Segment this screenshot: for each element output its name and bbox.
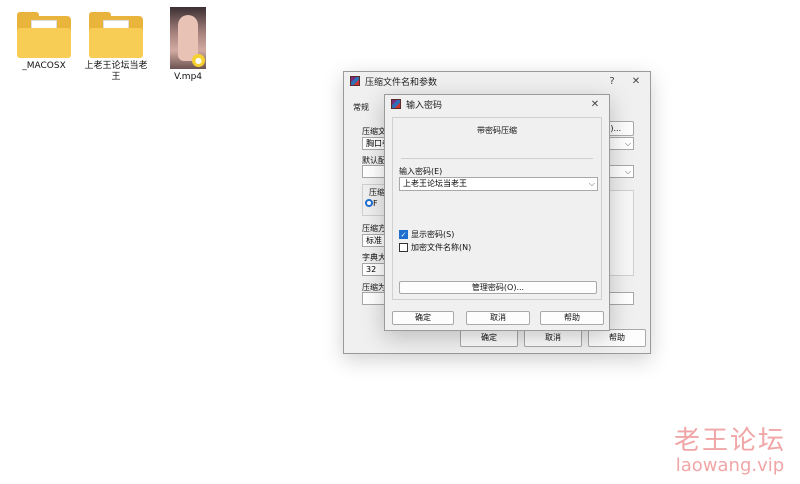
cancel-button[interactable]: 取消 bbox=[524, 329, 582, 347]
encrypt-names-label[interactable]: 加密文件名称(N) bbox=[411, 242, 471, 253]
file-label: V.mp4 bbox=[173, 72, 203, 82]
winrar-icon bbox=[391, 99, 401, 109]
help-button[interactable]: 帮助 bbox=[588, 329, 646, 347]
winrar-icon bbox=[350, 76, 360, 86]
compress-title: 压缩文件名和参数 bbox=[365, 77, 438, 88]
show-password-checkbox[interactable]: ✓ bbox=[399, 230, 408, 239]
close-icon[interactable]: ✕ bbox=[628, 76, 644, 87]
desktop: _MACOSX 上老王论坛当老王 ● V.mp4 压缩文件名和参数 ? ✕ 常规… bbox=[0, 0, 800, 484]
chevron-down-icon[interactable]: ⌵ bbox=[589, 178, 595, 189]
format-radio-label[interactable]: F bbox=[373, 199, 378, 208]
password-heading: 带密码压缩 bbox=[477, 126, 517, 135]
method-label: 压缩方 bbox=[362, 224, 386, 233]
password-titlebar: 输入密码 ✕ bbox=[385, 95, 609, 113]
encrypt-names-checkbox[interactable] bbox=[399, 243, 408, 252]
close-icon[interactable]: ✕ bbox=[587, 99, 603, 110]
password-input-label: 输入密码(E) bbox=[399, 167, 443, 176]
archive-name-label: 压缩文 bbox=[362, 127, 386, 136]
play-badge-icon: ● bbox=[192, 54, 205, 67]
watermark: 老王论坛 laowang.vip bbox=[674, 426, 786, 476]
manage-passwords-button[interactable]: 管理密码(O)... bbox=[399, 281, 597, 294]
folder-laowang[interactable]: 上老王论坛当老王 bbox=[84, 12, 148, 83]
help-icon[interactable]: ? bbox=[604, 76, 620, 87]
chevron-down-icon[interactable]: ⌵ bbox=[625, 166, 631, 177]
help-button[interactable]: 帮助 bbox=[540, 311, 604, 325]
password-input[interactable]: 上老王论坛当老王 ⌵ bbox=[399, 177, 598, 191]
watermark-en: laowang.vip bbox=[675, 455, 785, 476]
password-panel: 带密码压缩 输入密码(E) 上老王论坛当老王 ⌵ ✓ 显示密码(S) 加密文件名… bbox=[392, 117, 602, 300]
folder-label: _MACOSX bbox=[22, 61, 66, 71]
video-file[interactable]: ● V.mp4 bbox=[156, 7, 220, 83]
cancel-button[interactable]: 取消 bbox=[466, 311, 530, 325]
watermark-cn: 老王论坛 bbox=[673, 426, 786, 456]
folder-macosx[interactable]: _MACOSX bbox=[12, 12, 76, 72]
chevron-down-icon[interactable]: ⌵ bbox=[625, 138, 631, 149]
password-title: 输入密码 bbox=[406, 100, 443, 111]
ok-button[interactable]: 确定 bbox=[460, 329, 518, 347]
password-dialog: 输入密码 ✕ 带密码压缩 输入密码(E) 上老王论坛当老王 ⌵ ✓ 显示密码(S… bbox=[384, 94, 610, 331]
format-radio[interactable] bbox=[365, 199, 373, 207]
video-thumbnail-icon: ● bbox=[170, 7, 206, 69]
ok-button[interactable]: 确定 bbox=[392, 311, 454, 325]
folder-icon bbox=[89, 12, 143, 58]
folder-label: 上老王论坛当老王 bbox=[84, 61, 148, 82]
compress-titlebar: 压缩文件名和参数 ? ✕ bbox=[344, 72, 650, 90]
password-input-value: 上老王论坛当老王 bbox=[403, 179, 467, 188]
show-password-label[interactable]: 显示密码(S) bbox=[411, 229, 454, 240]
divider bbox=[401, 158, 593, 159]
folder-icon bbox=[17, 12, 71, 58]
dict-label: 字典大 bbox=[362, 253, 386, 262]
tab-general[interactable]: 常规 bbox=[353, 102, 369, 113]
